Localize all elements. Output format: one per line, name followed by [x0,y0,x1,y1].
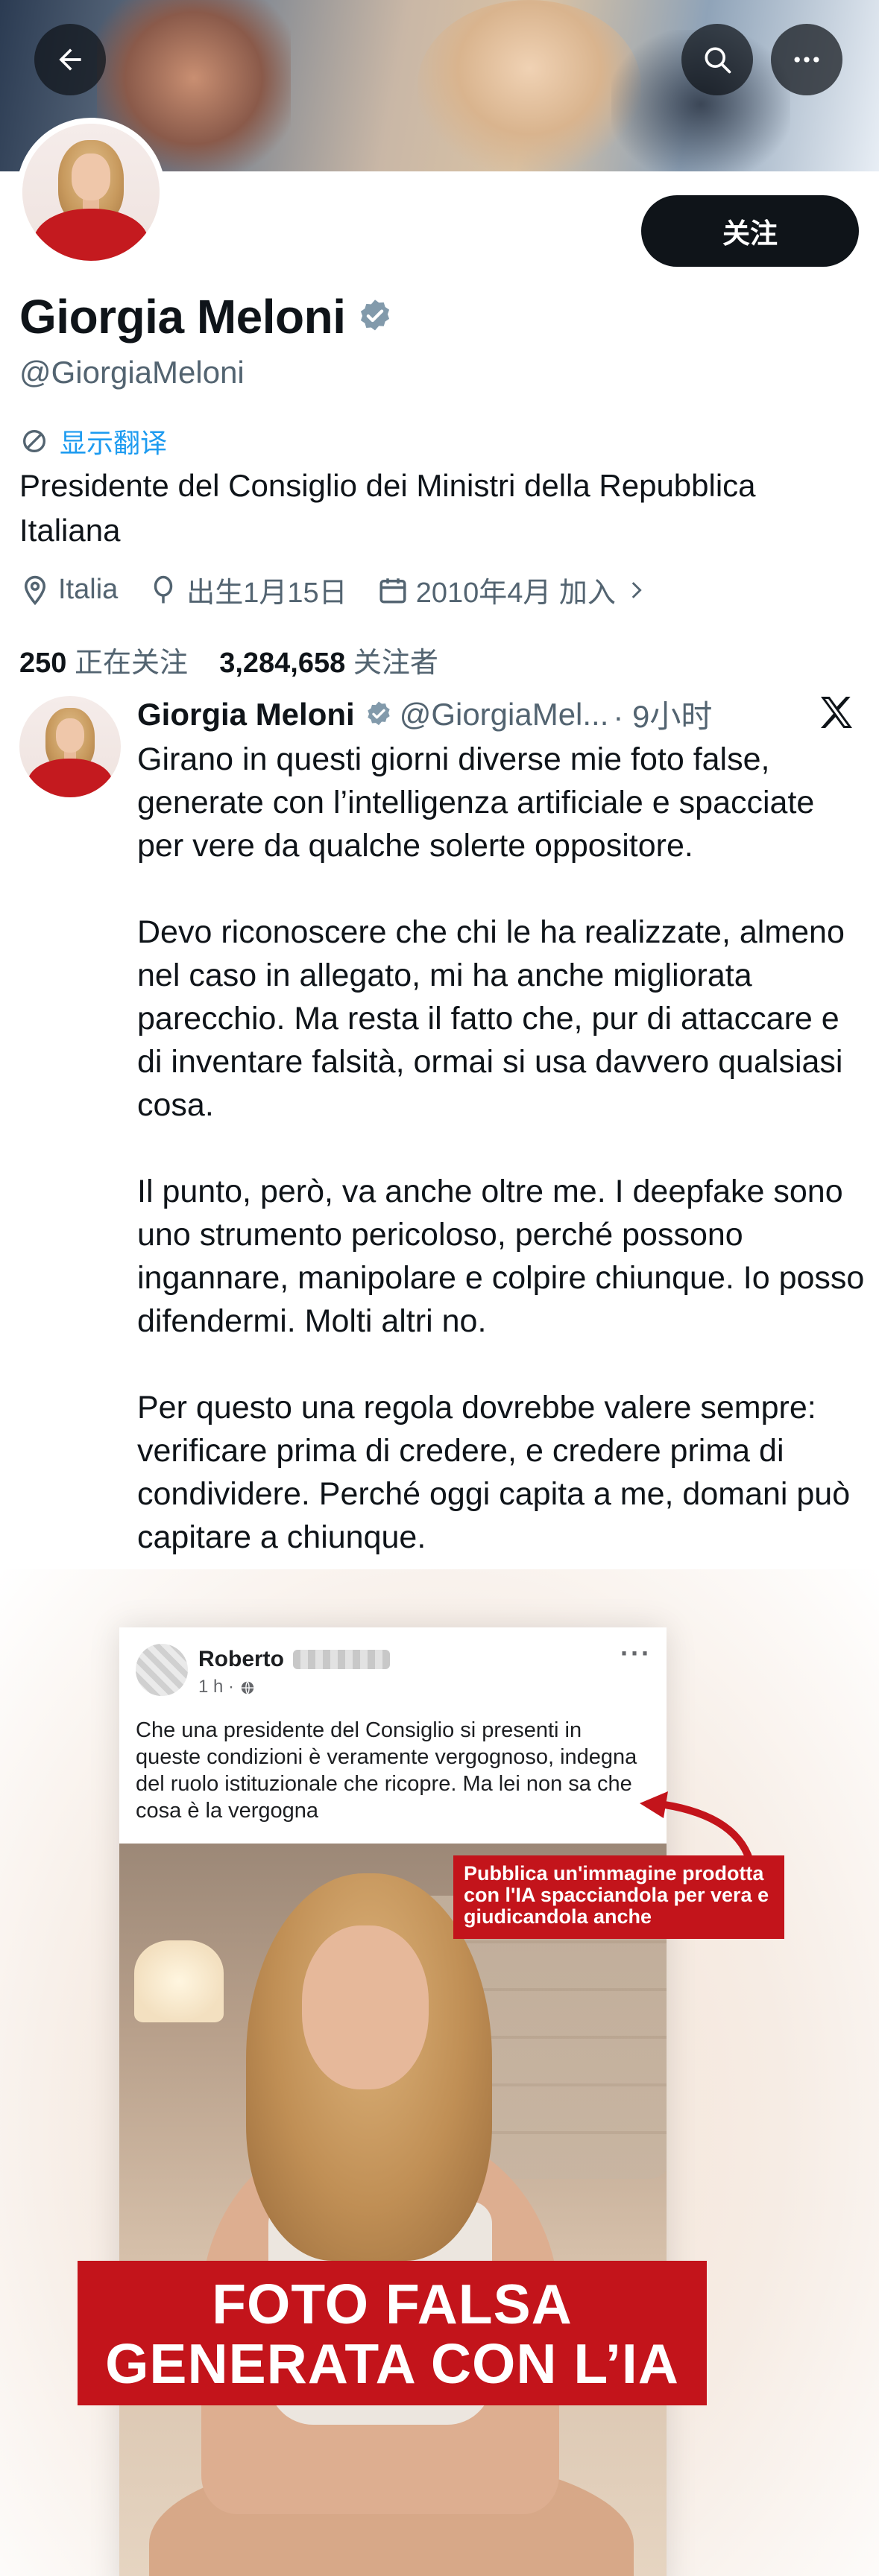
tweet-author-handle[interactable]: @GiorgiaMel... [400,697,609,732]
following-link[interactable]: 250 正在关注 [19,648,188,679]
tweet-paragraph: Il punto, però, va anche oltre me. I dee… [137,1174,865,1339]
tweet-text: Girano in questi giorni diverse mie foto… [137,738,868,1602]
follow-button[interactable]: 关注 [641,195,859,267]
show-translation-link[interactable]: 显示翻译 [19,422,167,461]
profile-handle: @GiorgiaMeloni [19,355,245,390]
tweet-media-image[interactable]: Roberto 1 h · ··· Che una presidente del… [0,1569,879,2576]
tweet-time[interactable]: · 9小时 [613,692,712,737]
tweet-paragraph: Per questo una regola dovrebbe valere se… [137,1390,851,1555]
tweet-paragraph: Girano in questi giorni diverse mie foto… [137,741,815,864]
tweet-avatar[interactable] [19,696,121,797]
more-horizontal-icon [794,57,819,63]
followers-link[interactable]: 3,284,658 关注者 [219,648,438,679]
location-text: Italia [58,574,119,605]
blurred-avatar [136,1644,188,1696]
location-pin-icon [24,575,46,605]
translate-icon [23,430,45,452]
verified-badge-icon [368,701,390,725]
search-icon [705,47,731,74]
facebook-post-screenshot: Roberto 1 h · ··· Che una presidente del… [119,1627,667,2576]
banner-line-2: GENERATA CON L’IA [105,2332,679,2395]
following-count: 250 [19,648,67,679]
verified-badge-icon[interactable] [356,297,394,336]
follow-stats: 250 正在关注 3,284,658 关注者 [19,639,438,680]
joined-item[interactable]: 2010年4月 加入 [377,569,649,610]
search-button[interactable] [681,24,753,95]
birthday-text: 出生1月15日 [186,577,347,609]
followers-count: 3,284,658 [219,648,346,679]
ai-generated-photo [119,1844,667,2576]
arrow-left-icon [59,48,81,71]
birthday-item: 出生1月15日 [148,569,347,610]
blurred-surname [293,1650,390,1669]
annotation-note: Pubblica un'immagine prodotta con l'IA s… [453,1855,784,1939]
profile-name-text: Giorgia Meloni [19,290,346,344]
tweet-author-name[interactable]: Giorgia Meloni [137,697,355,732]
joined-text: 2010年4月 加入 [415,577,616,609]
following-label: 正在关注 [74,648,188,679]
profile-meta: Italia 出生1月15日 2010年4月 加入 [19,569,678,610]
profile-bio: Presidente del Consiglio dei Ministri de… [19,468,756,548]
globe-icon [241,1680,253,1694]
fb-post-text: Che una presidente del Consiglio si pres… [136,1718,637,1823]
profile-avatar[interactable] [16,118,166,267]
balloon-icon [154,575,173,603]
followers-label: 关注者 [353,648,438,679]
location-item: Italia [19,574,118,606]
banner-line-1: FOTO FALSA [212,2273,573,2335]
more-horizontal-icon: ··· [620,1638,652,1668]
x-logo-icon [821,697,852,728]
profile-name: Giorgia Meloni [19,289,394,344]
back-button[interactable] [34,24,106,95]
chevron-right-icon [631,581,642,598]
tweet-paragraph: Devo riconoscere che chi le ha realizzat… [137,914,845,1123]
fb-post-time: 1 h · [198,1677,256,1697]
tweet-header: Giorgia Meloni @GiorgiaMel... · 9小时 [137,692,816,737]
more-button[interactable] [771,24,842,95]
fb-author-name: Roberto [198,1647,284,1671]
calendar-icon [379,577,406,603]
fake-photo-banner: FOTO FALSA GENERATA CON L’IA [78,2261,707,2405]
show-translation-label: 显示翻译 [60,428,168,458]
